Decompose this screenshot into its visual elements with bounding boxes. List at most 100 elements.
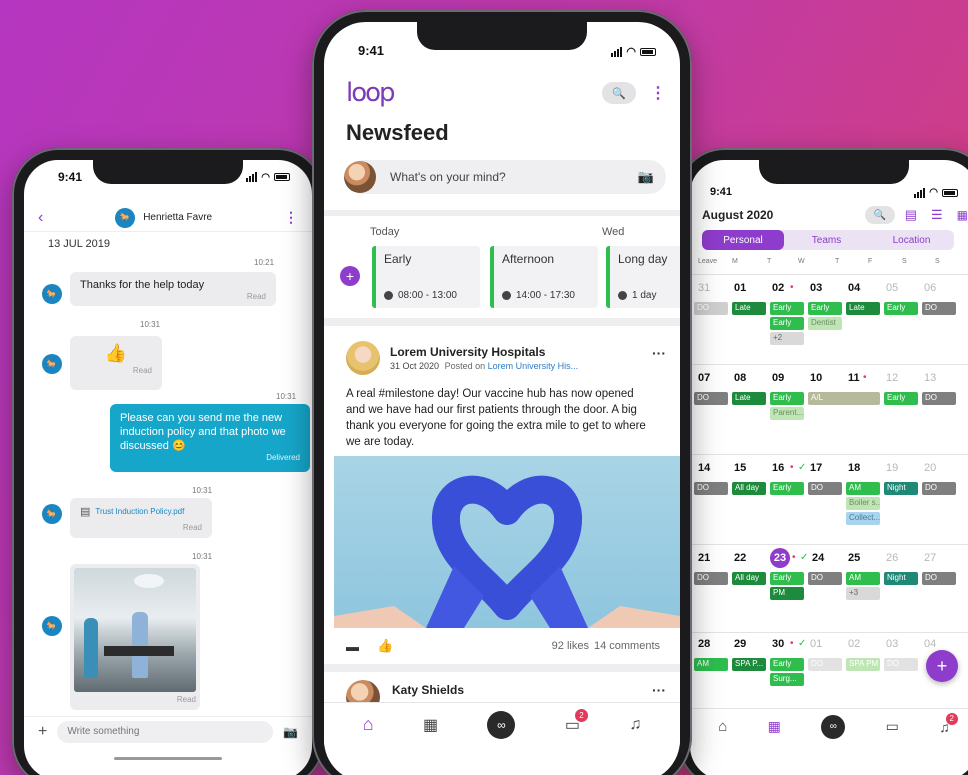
add-icon[interactable]: + (38, 723, 47, 741)
calendar-day[interactable]: 02 (772, 282, 784, 294)
contact-avatar[interactable]: 🐎 (115, 207, 136, 228)
shift-chip[interactable]: DO (694, 302, 728, 315)
chat-icon[interactable]: ▭ (886, 718, 899, 735)
calendar-day[interactable]: 18 (848, 462, 860, 474)
calendar-day[interactable]: 31 (698, 282, 710, 294)
contact-name[interactable]: Henrietta Favre (143, 212, 212, 223)
filter-icon[interactable]: ☰ (931, 207, 943, 223)
calendar-day[interactable]: 12 (886, 372, 898, 384)
shift-chip[interactable]: Early (770, 317, 804, 330)
shift-chip[interactable]: Early (770, 482, 804, 495)
more-vertical-icon[interactable]: ⋮ (650, 83, 666, 103)
shift-chip[interactable]: Early (770, 572, 804, 585)
like-icon[interactable]: 👍 (377, 638, 393, 654)
message-bubble[interactable]: Thanks for the help today Read (70, 272, 276, 306)
today-day[interactable]: 23 (770, 548, 790, 568)
post-composer[interactable]: What's on your mind? 📷 (344, 160, 666, 194)
shift-chip[interactable]: Early (884, 392, 918, 405)
shift-chip[interactable]: Early (770, 392, 804, 405)
calendar-day[interactable]: 04 (924, 638, 936, 650)
shift-chip[interactable]: SPA PM (846, 658, 880, 671)
add-shift-button[interactable]: + (340, 266, 360, 286)
bell-icon[interactable]: ♫ 2 (939, 712, 958, 735)
comment-icon[interactable]: ▬ (346, 639, 359, 654)
operating-room-photo[interactable] (74, 568, 196, 692)
loop-logo[interactable]: loop (346, 78, 602, 108)
calendar-day[interactable]: 16 (772, 462, 784, 474)
tab-personal[interactable]: Personal (702, 230, 784, 250)
calendar-day[interactable]: 11 (848, 372, 860, 384)
shift-chip[interactable]: DO (694, 392, 728, 405)
shift-chip[interactable]: Surg... (770, 673, 804, 686)
shift-chip[interactable]: AM (846, 572, 880, 585)
file-attachment[interactable]: ▤ Trust Induction Policy.pdf Read (70, 498, 212, 538)
loop-logo-icon[interactable]: ∞ (821, 714, 846, 739)
post-author[interactable]: Lorem University Hospitals (390, 345, 652, 359)
calendar-day[interactable]: 26 (886, 552, 898, 564)
shift-chip[interactable]: DO (922, 572, 956, 585)
shift-chip[interactable]: Parent... (770, 407, 804, 420)
post-options-icon[interactable]: ··· (652, 682, 666, 698)
calendar-day[interactable]: 01 (810, 638, 822, 650)
bell-icon[interactable]: ♫ (629, 716, 641, 734)
calendar-day[interactable]: 30 (772, 638, 784, 650)
more-vertical-icon[interactable]: ⋮ (284, 209, 298, 226)
shift-chip[interactable]: AM (846, 482, 880, 495)
shift-chip[interactable]: Early (770, 302, 804, 315)
month-title[interactable]: August 2020 (702, 208, 865, 222)
calendar-day[interactable]: 27 (924, 552, 936, 564)
shift-chip[interactable]: All day (732, 572, 766, 585)
calendar-day[interactable]: 29 (734, 638, 746, 650)
shift-chip[interactable]: SPA P... (732, 658, 766, 671)
calendar-day[interactable]: 06 (924, 282, 936, 294)
shift-card[interactable]: Afternoon 14:00 - 17:30 (490, 246, 598, 308)
shift-card[interactable]: Early 08:00 - 13:00 (372, 246, 480, 308)
calendar-day[interactable]: 20 (924, 462, 936, 474)
calendar-nav-icon[interactable]: ▦ (423, 715, 438, 735)
outgoing-message-bubble[interactable]: Please can you send me the new induction… (110, 404, 310, 472)
shift-chip[interactable]: All day (732, 482, 766, 495)
calendar-day[interactable]: 14 (698, 462, 710, 474)
calendar-day[interactable]: 25 (848, 552, 860, 564)
shift-chip[interactable]: Early (770, 658, 804, 671)
message-input[interactable] (57, 720, 274, 743)
calendar-day[interactable]: 19 (886, 462, 898, 474)
calendar-day[interactable]: 07 (698, 372, 710, 384)
calendar-day[interactable]: 21 (698, 552, 710, 564)
tab-teams[interactable]: Teams (784, 230, 869, 250)
tab-location[interactable]: Location (869, 230, 954, 250)
search-icon[interactable]: 🔍 (864, 206, 895, 224)
calendar-day[interactable]: 01 (734, 282, 746, 294)
more-chip[interactable]: +3 (846, 587, 880, 600)
calendar-day[interactable]: 02 (848, 638, 860, 650)
shift-chip[interactable]: DO (922, 482, 956, 495)
calendar-day[interactable]: 08 (734, 372, 746, 384)
author-avatar[interactable] (346, 341, 380, 375)
shift-chip[interactable]: Late (846, 302, 880, 315)
shift-chip[interactable]: Night (884, 482, 918, 495)
calendar-day[interactable]: 28 (698, 638, 710, 650)
shift-chip[interactable]: PM (770, 587, 804, 600)
home-icon[interactable]: ⌂ (363, 714, 374, 735)
more-chip[interactable]: +2 (770, 332, 804, 345)
message-bubble[interactable]: 👍 Read (70, 336, 162, 390)
shift-chip[interactable]: Early (808, 302, 842, 315)
shift-chip[interactable]: AM (694, 658, 728, 671)
calendar-day[interactable]: 22 (734, 552, 746, 564)
search-icon[interactable]: 🔍 (602, 82, 636, 104)
shift-chip[interactable]: Night (884, 572, 918, 585)
author-avatar[interactable] (346, 680, 380, 702)
shift-chip[interactable]: DO (884, 658, 918, 671)
calendar-day[interactable]: 05 (886, 282, 898, 294)
shift-chip[interactable]: Late (732, 302, 766, 315)
calendar-day[interactable]: 03 (886, 638, 898, 650)
calendar-day[interactable]: 04 (848, 282, 860, 294)
shift-chip[interactable]: Boiler s... (846, 497, 880, 510)
shift-chip[interactable]: DO (922, 392, 956, 405)
post-author[interactable]: Katy Shields (392, 683, 652, 697)
annual-leave-chip[interactable]: A/L (808, 392, 880, 405)
calendar-day[interactable]: 03 (810, 282, 822, 294)
calendar-nav-icon[interactable]: ▦ (768, 718, 781, 735)
shift-chip[interactable]: DO (808, 482, 842, 495)
comments-count[interactable]: 14 comments (594, 640, 660, 652)
